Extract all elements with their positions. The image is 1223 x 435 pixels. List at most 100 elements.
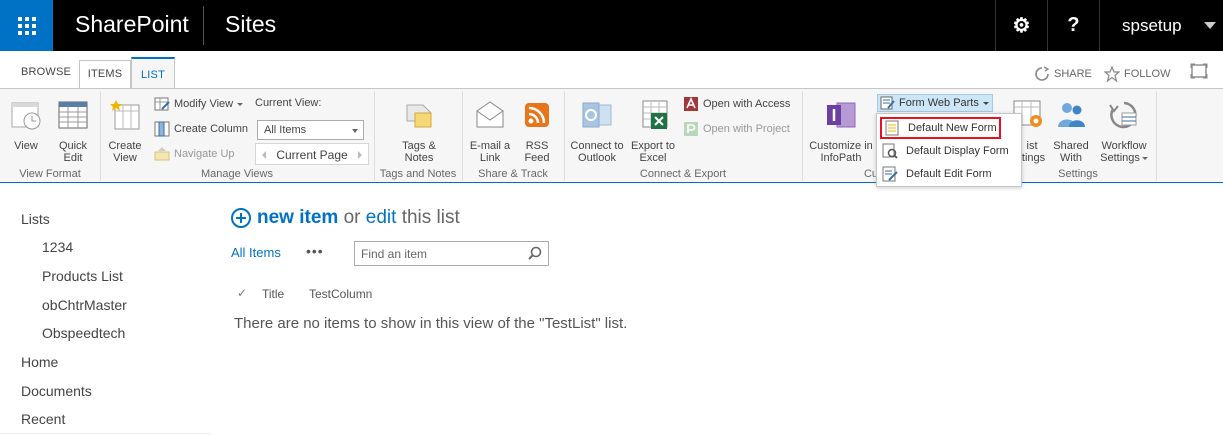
search-icon[interactable] — [528, 246, 542, 260]
navigate-up-button[interactable]: Navigate Up — [154, 146, 235, 162]
share-button[interactable]: SHARE — [1034, 66, 1092, 82]
modify-view-button[interactable]: Modify View — [154, 96, 244, 112]
group-label-connect-export: Connect & Export — [639, 168, 727, 180]
infopath-icon — [827, 102, 856, 128]
form-web-parts-button[interactable]: Form Web Parts — [877, 94, 993, 112]
create-view-label-1: Create — [108, 140, 142, 152]
help-button[interactable]: ? — [1047, 0, 1099, 51]
tab-browse[interactable]: BROWSE — [21, 66, 71, 78]
or-text: or — [343, 207, 361, 228]
share-icon — [1035, 66, 1050, 81]
workflow-label-2: Settings — [1096, 152, 1152, 164]
select-all-checkmark-icon[interactable]: ✓ — [237, 286, 247, 300]
page-prev-icon[interactable] — [262, 151, 266, 159]
follow-button[interactable]: FOLLOW — [1104, 66, 1170, 82]
create-view-label-2: View — [113, 152, 137, 164]
create-view-button[interactable]: Create View — [106, 99, 144, 164]
view-all-items[interactable]: All Items — [231, 245, 281, 260]
export-excel-button[interactable]: Export to Excel — [629, 99, 677, 164]
excel-label-1: Export to — [630, 140, 676, 152]
focus-content-button[interactable] — [1190, 63, 1208, 79]
nav-list-item[interactable]: Obspeedtech — [42, 325, 125, 341]
ribbon-tabs: BROWSE ITEMS LIST SHARE FOLLOW — [0, 51, 1223, 90]
email-label-1: E-mail a — [469, 140, 511, 152]
tab-list[interactable]: LIST — [131, 57, 175, 90]
outlook-label-1: Connect to — [570, 140, 624, 152]
nav-list-item[interactable]: obChtrMaster — [42, 297, 127, 313]
navigate-up-label: Navigate Up — [174, 148, 235, 160]
tags-notes-label-2: Notes — [404, 152, 434, 164]
project-icon — [684, 122, 698, 136]
group-divider — [802, 91, 803, 181]
access-icon — [684, 97, 698, 111]
user-menu[interactable]: spsetup — [1099, 0, 1223, 51]
group-label-settings: Settings — [1058, 168, 1098, 180]
quick-edit-icon — [58, 101, 88, 129]
group-label-manage-views: Manage Views — [201, 168, 273, 180]
rss-label-1: RSS — [525, 140, 549, 152]
brand-link[interactable]: SharePoint — [75, 11, 189, 38]
settings-button[interactable]: ⚙ — [995, 0, 1047, 51]
nav-recent[interactable]: Recent — [21, 411, 65, 427]
share-label: SHARE — [1054, 68, 1092, 80]
tags-notes-button[interactable]: Tags & Notes — [396, 99, 442, 164]
menu-item-label: Default Display Form — [906, 145, 1009, 157]
open-with-access-button[interactable]: Open with Access — [683, 96, 790, 112]
nav-documents[interactable]: Documents — [21, 383, 92, 399]
group-label-tags-notes: Tags and Notes — [379, 168, 457, 180]
edit-link[interactable]: edit — [366, 207, 397, 229]
quick-edit-button[interactable]: Quick Edit — [54, 99, 92, 164]
tab-items[interactable]: ITEMS — [79, 60, 131, 90]
search-input[interactable]: Find an item — [354, 241, 549, 266]
add-icon[interactable] — [231, 208, 251, 228]
more-views-icon[interactable]: ••• — [306, 243, 324, 259]
ribbon: View Quick Edit View Format Create View … — [0, 88, 1223, 183]
connect-outlook-button[interactable]: Connect to Outlook — [568, 99, 626, 164]
quick-edit-label-1: Quick — [58, 140, 88, 152]
chevron-down-icon — [237, 102, 244, 106]
email-label-2: Link — [479, 152, 501, 164]
group-label-share-track: Share & Track — [478, 168, 548, 180]
chevron-down-icon — [982, 101, 989, 105]
nav-list-item[interactable]: Products List — [42, 268, 123, 284]
waffle-icon — [17, 16, 36, 35]
email-link-button[interactable]: E-mail a Link — [468, 99, 512, 164]
infopath-label-1: Customize in — [809, 140, 873, 152]
nav-home[interactable]: Home — [21, 354, 58, 370]
menu-item-default-edit-form[interactable]: Default Edit Form — [880, 163, 992, 185]
form-web-parts-label: Form Web Parts — [899, 97, 979, 109]
tags-notes-label-1: Tags & — [402, 140, 436, 152]
open-with-project-button[interactable]: Open with Project — [683, 121, 790, 137]
follow-label: FOLLOW — [1124, 68, 1171, 80]
workflow-icon — [1109, 101, 1137, 129]
menu-item-default-display-form[interactable]: Default Display Form — [880, 140, 1009, 162]
shared-with-button[interactable]: Shared With — [1052, 99, 1090, 164]
menu-item-default-new-form[interactable]: Default New Form — [880, 117, 1001, 139]
outlook-icon — [582, 102, 612, 128]
create-column-button[interactable]: Create Column — [154, 121, 248, 137]
section-title[interactable]: Sites — [225, 11, 276, 38]
nav-divider — [0, 433, 210, 434]
people-icon — [1058, 103, 1085, 127]
app-launcher-button[interactable] — [0, 0, 53, 51]
nav-lists[interactable]: Lists — [21, 211, 50, 227]
column-header-title[interactable]: Title — [262, 287, 284, 301]
excel-label-2: Excel — [639, 152, 667, 164]
customize-infopath-button[interactable]: Customize in InfoPath — [808, 99, 874, 164]
new-item-link[interactable]: new item — [257, 207, 338, 229]
page-next-icon[interactable] — [358, 151, 362, 159]
view-button[interactable]: View — [8, 99, 44, 152]
navigate-up-icon — [154, 147, 170, 161]
email-icon — [476, 101, 504, 128]
workflow-label-1: Workflow — [1101, 140, 1147, 152]
column-header-testcolumn[interactable]: TestColumn — [309, 287, 372, 301]
modify-view-icon — [154, 97, 170, 111]
current-view-select[interactable]: All Items — [257, 120, 364, 140]
user-name: spsetup — [1122, 15, 1182, 35]
display-form-icon — [882, 143, 898, 159]
workflow-settings-button[interactable]: Workflow Settings — [1096, 99, 1152, 164]
view-label: View — [14, 140, 38, 152]
rss-feed-button[interactable]: RSS Feed — [520, 99, 554, 164]
modify-view-label: Modify View — [174, 98, 234, 110]
nav-list-item[interactable]: 1234 — [42, 239, 73, 255]
